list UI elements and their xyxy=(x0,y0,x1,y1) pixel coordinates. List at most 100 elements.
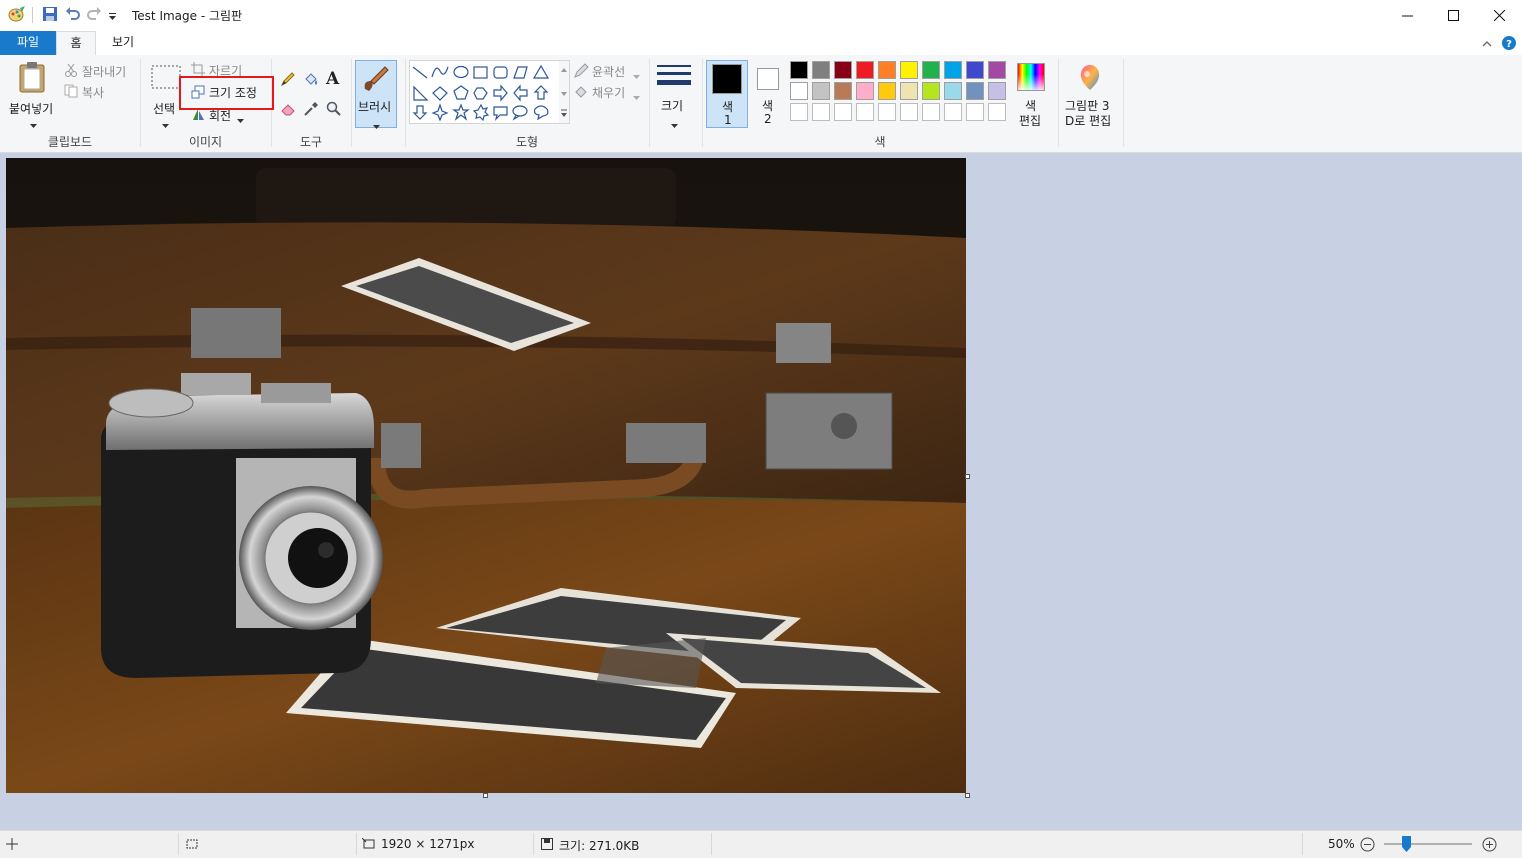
zoom-out-button[interactable] xyxy=(1360,837,1375,855)
size-button[interactable]: 크기 xyxy=(653,60,695,128)
paste-dropdown-icon xyxy=(30,118,37,132)
palette-swatch-empty[interactable] xyxy=(790,103,808,121)
palette-swatch[interactable] xyxy=(900,82,918,100)
select-label: 선택 xyxy=(153,102,176,116)
resize-handle-right[interactable] xyxy=(965,474,970,479)
palette-swatch[interactable] xyxy=(856,82,874,100)
palette-swatch[interactable] xyxy=(790,82,808,100)
palette-swatch-empty[interactable] xyxy=(988,103,1006,121)
pencil-icon[interactable] xyxy=(280,71,296,90)
paste-button[interactable]: 붙여넣기 xyxy=(6,59,58,129)
palette-swatch[interactable] xyxy=(944,82,962,100)
edit-colors-label-line2: 편집 xyxy=(1019,114,1042,128)
palette-swatch[interactable] xyxy=(922,82,940,100)
fill-button[interactable]: 채우기 xyxy=(573,83,643,101)
tab-home[interactable]: 홈 xyxy=(56,31,96,55)
shape-icons[interactable] xyxy=(410,61,558,122)
help-icon[interactable]: ? xyxy=(1502,36,1516,53)
maximize-button[interactable] xyxy=(1430,0,1476,31)
tab-view[interactable]: 보기 xyxy=(100,31,146,55)
palette-swatch-empty[interactable] xyxy=(834,103,852,121)
color-picker-icon[interactable] xyxy=(303,101,319,120)
fill-label: 채우기 xyxy=(592,86,626,100)
palette-swatch[interactable] xyxy=(900,61,918,79)
zoom-in-button[interactable] xyxy=(1482,837,1497,855)
color1-button[interactable]: 색 1 xyxy=(706,60,748,128)
palette-swatch[interactable] xyxy=(988,82,1006,100)
edit-colors-button[interactable]: 색 편집 xyxy=(1012,60,1052,130)
palette-swatch[interactable] xyxy=(790,61,808,79)
palette-swatch[interactable] xyxy=(966,61,984,79)
zoom-level: 50% xyxy=(1328,837,1355,851)
palette-swatch[interactable] xyxy=(812,82,830,100)
paint3d-label-line2: D로 편집 xyxy=(1065,114,1112,128)
brush-button[interactable]: 브러시 xyxy=(355,60,397,129)
canvas-image[interactable] xyxy=(6,158,966,793)
palette-swatch-empty[interactable] xyxy=(922,103,940,121)
status-divider xyxy=(711,833,712,855)
outline-button[interactable]: 윤곽선 xyxy=(573,62,643,80)
palette-swatch-empty[interactable] xyxy=(812,103,830,121)
shapes-gallery[interactable] xyxy=(409,60,561,124)
outline-icon xyxy=(573,63,589,82)
resize-handle-bottom[interactable] xyxy=(483,793,488,798)
fill-icon xyxy=(573,84,589,103)
palette-swatch-empty[interactable] xyxy=(878,103,896,121)
palette-swatch[interactable] xyxy=(834,61,852,79)
size-dropdown-icon xyxy=(671,118,678,132)
tab-file[interactable]: 파일 xyxy=(0,31,56,55)
window-title: Test Image - 그림판 xyxy=(132,9,243,23)
palette-swatch[interactable] xyxy=(878,61,896,79)
tools-group-label: 도구 xyxy=(299,135,323,149)
close-button[interactable] xyxy=(1476,0,1522,31)
palette-swatch-empty[interactable] xyxy=(856,103,874,121)
paste-label: 붙여넣기 xyxy=(9,102,54,116)
color2-button[interactable]: 색 2 xyxy=(752,60,786,128)
resize-handle-corner[interactable] xyxy=(965,793,970,798)
canvas-workspace[interactable] xyxy=(0,153,1522,830)
cut-button[interactable]: 잘라내기 xyxy=(64,62,134,80)
ribbon-tabs: 파일 홈 보기 ? xyxy=(0,31,1522,56)
photo-camera-suitcase xyxy=(6,158,966,793)
magnifier-icon[interactable] xyxy=(326,101,342,120)
palette-swatch-empty[interactable] xyxy=(966,103,984,121)
text-tool-icon[interactable]: A xyxy=(326,69,339,89)
outline-dropdown-icon xyxy=(633,69,640,83)
palette-swatch-empty[interactable] xyxy=(944,103,962,121)
palette-swatch[interactable] xyxy=(856,61,874,79)
redo-icon[interactable] xyxy=(86,6,102,25)
palette-swatch[interactable] xyxy=(944,61,962,79)
status-divider xyxy=(178,833,179,855)
customize-quick-access-icon[interactable] xyxy=(108,10,117,24)
copy-button[interactable]: 복사 xyxy=(64,83,114,101)
rainbow-icon xyxy=(1017,63,1045,91)
palette-swatch[interactable] xyxy=(812,61,830,79)
color-palette xyxy=(790,61,1010,127)
palette-swatch[interactable] xyxy=(878,82,896,100)
paint-app-icon[interactable] xyxy=(8,6,26,25)
palette-swatch[interactable] xyxy=(834,82,852,100)
zoom-slider-track[interactable] xyxy=(1384,843,1472,845)
collapse-ribbon-icon[interactable] xyxy=(1482,37,1492,51)
palette-swatch[interactable] xyxy=(966,82,984,100)
palette-swatch[interactable] xyxy=(922,61,940,79)
palette-swatch[interactable] xyxy=(988,61,1006,79)
palette-swatch-empty[interactable] xyxy=(900,103,918,121)
clipboard-icon xyxy=(18,61,46,96)
edit-with-paint3d-button[interactable]: 그림판 3 D로 편집 xyxy=(1062,60,1120,132)
file-size: 크기: 271.0KB xyxy=(559,839,640,853)
fill-bucket-icon[interactable] xyxy=(303,71,319,90)
title-bar: Test Image - 그림판 xyxy=(0,0,1522,31)
size-label: 크기 xyxy=(661,99,684,113)
color2-swatch xyxy=(757,68,779,90)
status-bar: 1920 × 1271px 크기: 271.0KB 50% xyxy=(0,830,1522,858)
selection-size-icon xyxy=(185,838,199,853)
save-icon[interactable] xyxy=(42,6,58,25)
minimize-button[interactable] xyxy=(1384,0,1430,31)
shapes-scroll[interactable] xyxy=(559,60,570,124)
undo-icon[interactable] xyxy=(65,6,81,25)
brush-icon xyxy=(361,63,391,96)
select-rect-icon xyxy=(151,65,181,92)
eraser-icon[interactable] xyxy=(280,101,296,120)
zoom-slider-thumb[interactable] xyxy=(1402,836,1411,852)
